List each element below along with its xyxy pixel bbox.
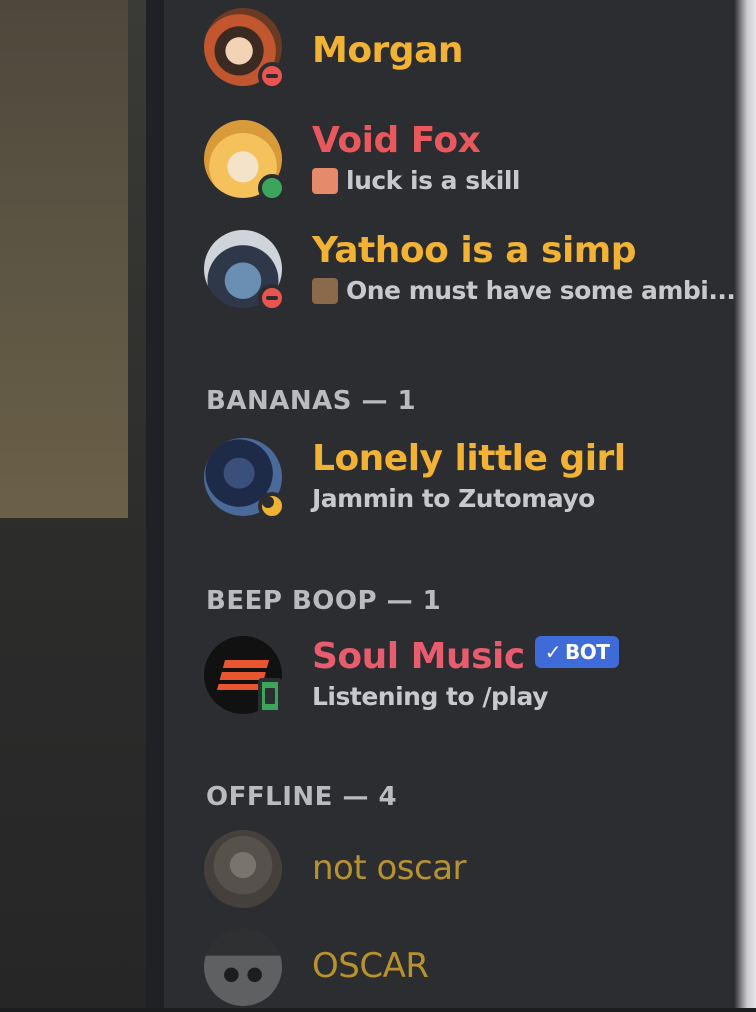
- member-item[interactable]: Void Fox luck is a skill: [204, 120, 724, 204]
- member-name: Yathoo is a simp: [312, 230, 637, 271]
- custom-status: luck is a skill: [312, 166, 520, 195]
- group-header: OFFLINE — 4: [206, 782, 398, 812]
- member-name: OSCAR: [312, 946, 429, 986]
- member-item[interactable]: Morgan: [204, 8, 724, 92]
- activity-text: Jammin to Zutomayo: [312, 484, 595, 513]
- custom-status-text: One must have some ambi...: [346, 276, 736, 305]
- activity-text: Listening to /play: [312, 682, 548, 711]
- custom-status: One must have some ambi...: [312, 276, 736, 305]
- chat-area: [0, 0, 160, 1008]
- online-status-icon: [258, 174, 286, 202]
- activity-status: Listening to /play: [312, 682, 548, 711]
- activity-status: Jammin to Zutomayo: [312, 484, 595, 513]
- member-item[interactable]: not oscar: [204, 830, 724, 914]
- member-name: Morgan: [312, 30, 464, 71]
- member-item[interactable]: OSCAR: [204, 928, 724, 1012]
- idle-status-icon: [258, 492, 286, 520]
- member-item[interactable]: Lonely little girl Jammin to Zutomayo: [204, 438, 724, 522]
- member-name-text: Soul Music: [312, 636, 525, 677]
- member-list: Morgan Void Fox luck is a skill Yathoo i…: [164, 0, 736, 1008]
- avatar: [204, 830, 282, 908]
- status-emoji-icon: [312, 277, 338, 304]
- group-header: BANANAS — 1: [206, 386, 417, 416]
- bot-badge-label: BOT: [565, 640, 610, 664]
- group-header: BEEP BOOP — 1: [206, 586, 442, 616]
- dnd-status-icon: [258, 284, 286, 312]
- dnd-status-icon: [258, 62, 286, 90]
- mobile-status-icon: [258, 678, 282, 714]
- member-item[interactable]: Soul Music ✓ BOT Listening to /play: [204, 636, 724, 720]
- member-item[interactable]: Yathoo is a simp One must have some ambi…: [204, 230, 736, 314]
- custom-status-text: luck is a skill: [346, 166, 520, 195]
- bot-badge: ✓ BOT: [534, 636, 620, 668]
- member-name: not oscar: [312, 848, 467, 888]
- status-emoji-icon: [312, 167, 338, 194]
- checkmark-icon: ✓: [544, 640, 562, 664]
- scrollbar[interactable]: [734, 0, 756, 1008]
- member-name: Soul Music ✓ BOT: [312, 636, 620, 677]
- member-name: Void Fox: [312, 120, 481, 161]
- avatar: [204, 928, 282, 1006]
- member-name: Lonely little girl: [312, 438, 626, 479]
- embedded-image: [0, 0, 128, 518]
- pane-divider: [146, 0, 164, 1008]
